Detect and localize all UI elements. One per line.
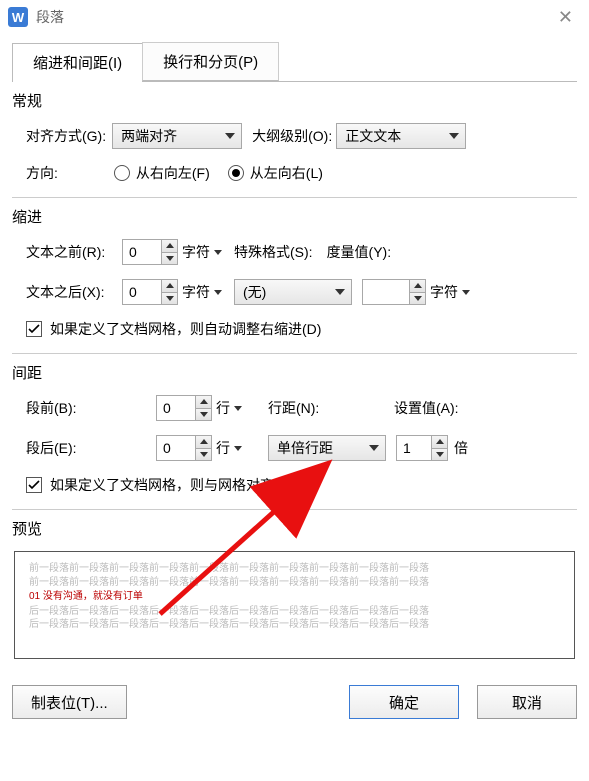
chevron-down-icon (234, 446, 242, 451)
app-icon: W (8, 7, 28, 27)
indent-after-unit[interactable]: 字符 (178, 279, 226, 305)
space-before-unit[interactable]: 行 (212, 395, 246, 421)
special-format-dropdown[interactable]: (无) (234, 279, 352, 305)
space-before-input[interactable] (157, 396, 195, 420)
tab-strip: 缩进和间距(I) 换行和分页(P) (12, 42, 577, 82)
section-spacing: 间距 (12, 362, 577, 383)
radio-ltr[interactable]: 从左向右(L) (228, 163, 323, 183)
tab-indent-spacing[interactable]: 缩进和间距(I) (12, 43, 143, 82)
chevron-down-icon (462, 290, 470, 295)
indent-before-input[interactable] (123, 240, 161, 264)
setvalue-input[interactable] (397, 436, 431, 460)
chevron-down-icon (335, 289, 345, 295)
window-title: 段落 (36, 7, 552, 27)
measure-spinner[interactable] (362, 279, 426, 305)
space-after-unit[interactable]: 行 (212, 435, 246, 461)
chevron-down-icon (234, 406, 242, 411)
space-after-label: 段后(E): (26, 438, 122, 458)
linespacing-label: 行距(N): (268, 398, 380, 418)
ok-button[interactable]: 确定 (349, 685, 459, 719)
space-before-spinner[interactable] (156, 395, 212, 421)
measure-input[interactable] (363, 280, 409, 304)
special-format-label: 特殊格式(S): (234, 242, 313, 262)
tab-pagination[interactable]: 换行和分页(P) (142, 42, 279, 81)
space-before-label: 段前(B): (26, 398, 122, 418)
measure-label: 度量值(Y): (327, 242, 392, 262)
chevron-down-icon (214, 290, 222, 295)
spacing-grid-checkbox[interactable]: 如果定义了文档网格，则与网格对齐(W) (26, 475, 297, 495)
indent-before-label: 文本之前(R): (26, 242, 122, 262)
indent-after-input[interactable] (123, 280, 161, 304)
direction-label: 方向: (26, 163, 58, 183)
indent-before-unit[interactable]: 字符 (178, 239, 226, 265)
section-preview: 预览 (12, 518, 577, 539)
indent-grid-checkbox[interactable]: 如果定义了文档网格，则自动调整右缩进(D) (26, 319, 321, 339)
tabstops-button[interactable]: 制表位(T)... (12, 685, 127, 719)
linespacing-dropdown[interactable]: 单倍行距 (268, 435, 386, 461)
cancel-button[interactable]: 取消 (477, 685, 577, 719)
indent-after-spinner[interactable] (122, 279, 178, 305)
chevron-down-icon (214, 250, 222, 255)
outline-label: 大纲级别(O): (252, 126, 332, 146)
chevron-down-icon (449, 133, 459, 139)
indent-after-label: 文本之后(X): (26, 282, 122, 302)
chevron-down-icon (225, 133, 235, 139)
measure-unit[interactable]: 字符 (426, 279, 474, 305)
setvalue-unit: 倍 (454, 438, 468, 458)
close-icon[interactable]: ✕ (552, 5, 579, 30)
preview-box: 前一段落前一段落前一段落前一段落前一段落前一段落前一段落前一段落前一段落前一段落… (14, 551, 575, 659)
radio-rtl[interactable]: 从右向左(F) (114, 163, 210, 183)
setvalue-spinner[interactable] (396, 435, 448, 461)
section-indent: 缩进 (12, 206, 577, 227)
indent-before-spinner[interactable] (122, 239, 178, 265)
outline-dropdown[interactable]: 正文文本 (336, 123, 466, 149)
align-label: 对齐方式(G): (26, 126, 106, 146)
setvalue-label: 设置值(A): (394, 398, 459, 418)
section-general: 常规 (12, 90, 577, 111)
space-after-input[interactable] (157, 436, 195, 460)
space-after-spinner[interactable] (156, 435, 212, 461)
chevron-down-icon (369, 445, 379, 451)
align-dropdown[interactable]: 两端对齐 (112, 123, 242, 149)
